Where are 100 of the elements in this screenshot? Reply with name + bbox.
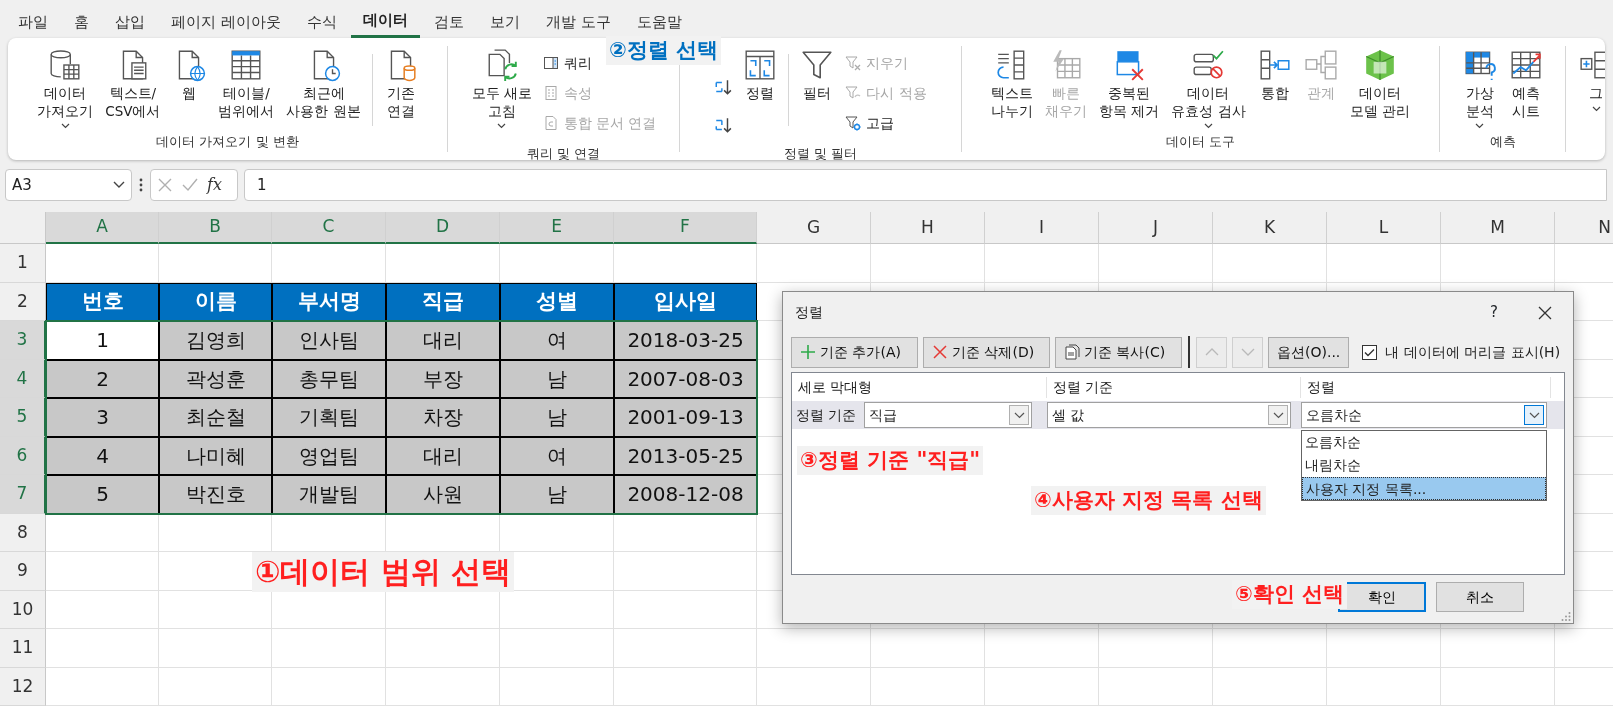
- consolidate-icon: [1257, 48, 1292, 82]
- ribbon-tab[interactable]: 삽입: [103, 6, 157, 38]
- chevron-up-icon: [1204, 347, 1219, 357]
- table-cell: 나미혜: [159, 436, 272, 475]
- dialog-title: 정렬: [795, 302, 823, 322]
- ribbon-tab[interactable]: 도움말: [624, 6, 694, 38]
- table-cell: 최순철: [159, 398, 272, 437]
- data-validation-icon: [1191, 48, 1226, 82]
- ribbon-tab[interactable]: 검토: [421, 6, 476, 38]
- caret-icon: [1272, 411, 1284, 419]
- column-header[interactable]: G: [757, 212, 871, 244]
- ribbon-button[interactable]: 테이블/ 범위에서: [213, 48, 280, 121]
- help-button[interactable]: ?: [1471, 296, 1517, 328]
- dropdown-field[interactable]: 오름차순: [1301, 402, 1547, 428]
- row-header[interactable]: 5: [0, 398, 46, 437]
- ribbon-button[interactable]: 텍스트 나누기: [986, 48, 1039, 121]
- table-cell: 박진호: [159, 475, 272, 514]
- column-header[interactable]: D: [386, 212, 500, 244]
- row-header[interactable]: 12: [0, 667, 46, 706]
- table-cell: 2007-08-03: [614, 359, 757, 398]
- column-header[interactable]: J: [1099, 212, 1213, 244]
- row-header[interactable]: 3: [0, 321, 46, 360]
- row-header[interactable]: 6: [0, 436, 46, 475]
- column-header[interactable]: A: [46, 212, 159, 244]
- column-header[interactable]: K: [1213, 212, 1327, 244]
- ribbon-tab[interactable]: 수식: [294, 6, 349, 38]
- ribbon-button[interactable]: 모두 새로 고침: [466, 48, 537, 130]
- sort-ascending-icon[interactable]: [714, 78, 733, 96]
- column-header[interactable]: F: [614, 212, 757, 244]
- ribbon-button[interactable]: 중복된 항목 제거: [1094, 48, 1165, 121]
- column-header[interactable]: I: [985, 212, 1099, 244]
- column-heading: 정렬 기준: [1047, 376, 1301, 398]
- cancel-button[interactable]: 취소: [1436, 582, 1524, 612]
- row-header[interactable]: 8: [0, 513, 46, 552]
- table-cell: 남: [500, 475, 614, 514]
- header-checkbox[interactable]: 내 데이터에 머리글 표시(H): [1362, 341, 1561, 363]
- column-header[interactable]: L: [1327, 212, 1441, 244]
- ribbon-button[interactable]: 정렬: [738, 48, 783, 103]
- sort-descending-icon[interactable]: [714, 116, 733, 134]
- ribbon-button[interactable]: 통합: [1252, 48, 1297, 103]
- caret-icon: [1591, 105, 1601, 112]
- chevron-down-icon: [1240, 347, 1255, 357]
- ribbon-button[interactable]: 데이터 모델 관리: [1344, 48, 1415, 121]
- ribbon-button[interactable]: 기존 연결: [378, 48, 423, 121]
- table-cell: 총무팀: [272, 359, 386, 398]
- table-cell: 2018-03-25: [614, 321, 757, 360]
- select-all-corner[interactable]: [0, 212, 46, 244]
- dropdown-option[interactable]: 오름차순: [1302, 431, 1546, 454]
- delete-icon: [932, 344, 948, 360]
- table-cell: 1: [46, 321, 159, 360]
- ribbon-button[interactable]: 그: [1574, 48, 1605, 112]
- formula-input[interactable]: 1: [244, 169, 1607, 201]
- row-header[interactable]: 7: [0, 475, 46, 514]
- toolbar-button[interactable]: 옵션(O)...: [1268, 336, 1350, 368]
- column-header[interactable]: B: [159, 212, 272, 244]
- dropdown-field[interactable]: 셀 값: [1047, 402, 1291, 428]
- ribbon-tab[interactable]: 보기: [477, 6, 532, 38]
- table-cell: 5: [46, 475, 159, 514]
- group-label: 데이터 가져오기 및 변환: [155, 133, 300, 151]
- column-header[interactable]: C: [272, 212, 386, 244]
- ribbon-tab[interactable]: 개발 도구: [533, 6, 623, 38]
- caret-icon: [1528, 411, 1540, 419]
- row-header[interactable]: 4: [0, 359, 46, 398]
- ribbon-button[interactable]: 최근에 사용한 원본: [281, 48, 366, 121]
- close-icon: [1537, 304, 1553, 321]
- ribbon-button[interactable]: 데이터 가져오기: [32, 48, 99, 130]
- ribbon-tab[interactable]: 파일: [6, 6, 60, 38]
- database-icon: [48, 48, 83, 82]
- name-box[interactable]: A3: [5, 169, 132, 201]
- table-cell: 2008-12-08: [614, 475, 757, 514]
- dropdown-field[interactable]: 직급: [864, 402, 1033, 428]
- toolbar-button[interactable]: 기준 복사(C): [1055, 336, 1182, 368]
- column-header[interactable]: M: [1441, 212, 1555, 244]
- column-header[interactable]: H: [871, 212, 985, 244]
- row-header[interactable]: 2: [0, 282, 46, 321]
- ribbon-button[interactable]: 텍스트/ CSV에서: [100, 48, 166, 121]
- caret-icon: [1013, 411, 1025, 419]
- dropdown-option[interactable]: 내림차순: [1302, 454, 1546, 477]
- column-header[interactable]: N: [1555, 212, 1613, 244]
- ribbon-button[interactable]: 데이터 유효성 검사: [1166, 48, 1251, 130]
- ribbon-button[interactable]: 웹: [167, 48, 212, 103]
- insert-function-button[interactable]: fx: [207, 173, 222, 197]
- row-header[interactable]: 10: [0, 590, 46, 629]
- row-header[interactable]: 11: [0, 629, 46, 668]
- dropdown-option[interactable]: 사용자 지정 목록...: [1302, 477, 1546, 500]
- copy-icon: [1064, 344, 1080, 360]
- ribbon-tab[interactable]: 페이지 레이아웃: [159, 6, 293, 38]
- ribbon-tab[interactable]: 홈: [62, 6, 101, 38]
- add-icon: [800, 344, 816, 360]
- ribbon-button[interactable]: 필터: [795, 48, 840, 103]
- row-header[interactable]: 1: [0, 244, 46, 283]
- ribbon-button[interactable]: 고급: [841, 108, 899, 138]
- toolbar-button[interactable]: 기준 삭제(D): [923, 336, 1050, 368]
- toolbar-button[interactable]: 기준 추가(A): [791, 336, 918, 368]
- row-header[interactable]: 9: [0, 552, 46, 591]
- advanced-filter-icon: [845, 115, 862, 131]
- ribbon-button[interactable]: 쿼리: [538, 48, 596, 78]
- ribbon-button[interactable]: 가상 분석: [1457, 48, 1502, 130]
- ribbon-button[interactable]: 예측 시트: [1503, 48, 1548, 121]
- column-header[interactable]: E: [500, 212, 614, 244]
